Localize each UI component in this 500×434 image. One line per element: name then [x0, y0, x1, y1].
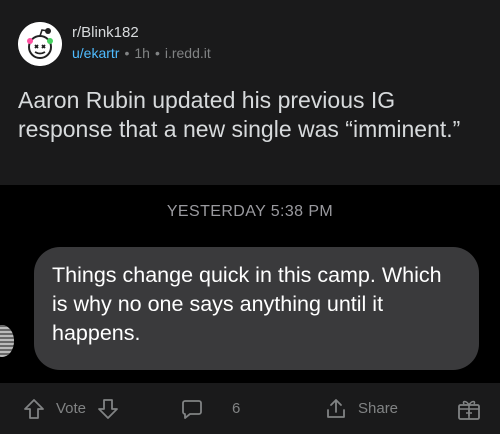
post-age: 1h: [134, 45, 150, 61]
message-text: Things change quick in this camp. Which …: [52, 263, 442, 345]
sender-avatar: [0, 325, 14, 357]
upvote-arrow-icon[interactable]: [22, 397, 46, 421]
separator-dot: •: [124, 45, 130, 61]
award-gift-icon: [456, 396, 482, 422]
award-button[interactable]: [456, 383, 482, 434]
share-upload-icon: [324, 397, 348, 421]
vote-group: Vote: [22, 383, 120, 434]
reddit-snoo-icon: [18, 22, 62, 66]
message-timestamp: YESTERDAY 5:38 PM: [166, 203, 334, 220]
share-label: Share: [358, 400, 399, 417]
subreddit-name[interactable]: r/Blink182: [72, 24, 211, 42]
share-button[interactable]: Share: [324, 383, 398, 434]
downvote-arrow-icon[interactable]: [96, 397, 120, 421]
message-bubble: Things change quick in this camp. Which …: [34, 247, 479, 370]
post-byline: u/ekartr • 1h • i.redd.it: [72, 45, 211, 62]
vote-label: Vote: [56, 400, 87, 417]
post-action-bar: Vote 6 Share: [0, 383, 500, 434]
author-link[interactable]: u/ekartr: [72, 45, 119, 61]
subreddit-avatar[interactable]: [18, 22, 62, 66]
comments-button[interactable]: 6: [180, 383, 240, 434]
comment-bubble-icon: [180, 397, 204, 421]
comment-count: 6: [232, 400, 241, 417]
post-meta: r/Blink182 u/ekartr • 1h • i.redd.it: [72, 24, 211, 62]
post-header: r/Blink182 u/ekartr • 1h • i.redd.it: [18, 20, 488, 68]
separator-dot: •: [154, 45, 160, 61]
post-domain[interactable]: i.redd.it: [165, 45, 211, 61]
post-image[interactable]: YESTERDAY 5:38 PM Things change quick in…: [0, 185, 500, 383]
post-title[interactable]: Aaron Rubin updated his previous IG resp…: [18, 86, 488, 144]
